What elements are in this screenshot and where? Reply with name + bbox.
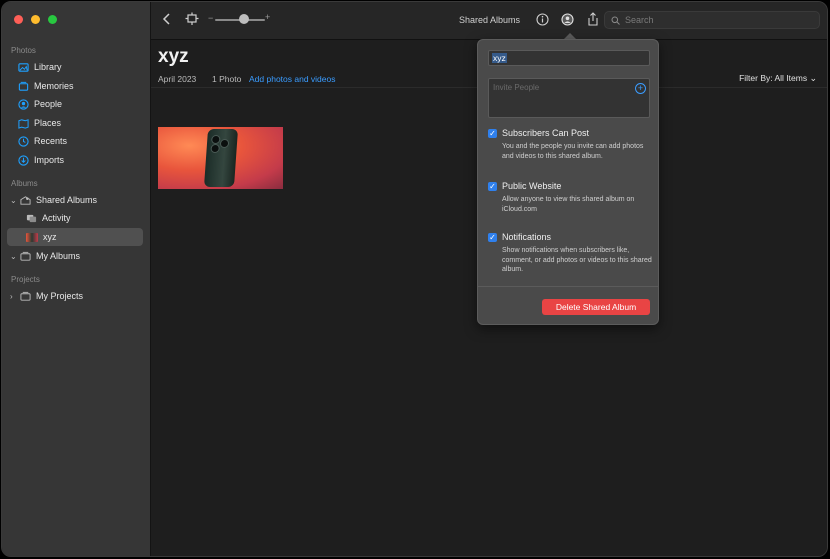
people-sharing-icon[interactable] — [561, 13, 574, 26]
map-icon — [18, 118, 29, 129]
option-title: Subscribers Can Post — [502, 128, 590, 138]
add-person-icon[interactable]: + — [635, 83, 646, 94]
sidebar-item-shared-albums[interactable]: ⌄ Shared Albums — [7, 191, 143, 209]
close-window-button[interactable] — [14, 15, 23, 24]
option-description: Allow anyone to view this shared album o… — [502, 196, 635, 213]
folder-icon — [20, 291, 31, 301]
zoom-out-label[interactable]: − — [208, 13, 213, 23]
toolbar: − + Shared Albums Search — [151, 2, 827, 40]
popover-divider — [478, 286, 658, 287]
invite-placeholder: Invite People — [493, 83, 540, 92]
clock-icon — [18, 135, 29, 147]
activity-icon — [26, 214, 37, 222]
camera-lens — [219, 139, 230, 148]
sidebar-item-imports[interactable]: Imports — [7, 151, 143, 169]
photos-window: Photos Library Memories People Places Re… — [1, 1, 828, 557]
sidebar-item-label: xyz — [43, 232, 57, 242]
option-title: Public Website — [502, 181, 562, 191]
zoom-in-label[interactable]: + — [265, 12, 270, 22]
chevron-down-icon[interactable]: ⌄ — [10, 252, 18, 261]
search-icon — [611, 16, 620, 25]
checkbox-notifications[interactable]: ✓ — [488, 233, 497, 242]
photo-thumbnail[interactable] — [158, 127, 283, 189]
sidebar-item-label: Recents — [34, 136, 68, 146]
chevron-down-icon: ⌄ — [809, 73, 817, 83]
memories-icon — [18, 81, 29, 91]
folder-icon — [20, 251, 31, 261]
search-placeholder: Search — [625, 15, 654, 25]
import-icon — [18, 154, 29, 166]
album-title: xyz — [158, 46, 189, 67]
album-name-value: xyz — [492, 53, 507, 63]
zoom-slider-knob[interactable] — [239, 14, 249, 24]
window-controls — [14, 15, 57, 24]
checkbox-subscribers-can-post[interactable]: ✓ — [488, 129, 497, 138]
shared-albums-label: Shared Albums — [459, 15, 521, 25]
sidebar-item-recents[interactable]: Recents — [7, 132, 143, 150]
invite-people-field[interactable]: Invite People + — [488, 78, 650, 118]
sidebar-item-places[interactable]: Places — [7, 114, 143, 132]
album-thumbnail-icon — [26, 232, 38, 242]
info-icon[interactable] — [536, 13, 549, 26]
camera-lens — [210, 144, 220, 153]
sidebar-item-label: Library — [34, 62, 62, 72]
chevron-down-icon[interactable]: ⌄ — [10, 196, 18, 205]
checkbox-public-website[interactable]: ✓ — [488, 182, 497, 191]
share-icon[interactable] — [587, 12, 599, 26]
sidebar-item-xyz[interactable]: xyz — [7, 228, 143, 246]
sidebar-item-my-projects[interactable]: › My Projects — [7, 287, 143, 305]
sidebar-item-library[interactable]: Library — [7, 58, 143, 76]
sidebar-item-memories[interactable]: Memories — [7, 77, 143, 95]
search-input[interactable]: Search — [604, 11, 820, 29]
sidebar-item-label: Places — [34, 118, 62, 128]
delete-shared-album-button[interactable]: Delete Shared Album — [542, 299, 650, 315]
sidebar-item-label: Memories — [34, 81, 74, 91]
shared-album-settings-popover: xyz Invite People + ✓ Subscribers Can Po… — [477, 39, 659, 325]
sidebar: Photos Library Memories People Places Re… — [2, 2, 151, 556]
option-title: Notifications — [502, 232, 552, 242]
sidebar-item-label: My Albums — [36, 251, 81, 261]
section-title-photos: Photos — [11, 46, 36, 55]
slideshow-icon[interactable] — [185, 12, 199, 26]
album-name-field[interactable]: xyz — [488, 50, 650, 66]
sidebar-item-my-albums[interactable]: ⌄ My Albums — [7, 247, 143, 265]
minimize-window-button[interactable] — [31, 15, 40, 24]
section-title-projects: Projects — [11, 275, 40, 284]
album-date: April 2023 — [158, 74, 197, 84]
section-title-albums: Albums — [11, 179, 38, 188]
chevron-right-icon[interactable]: › — [10, 292, 18, 301]
sidebar-item-label: People — [34, 99, 63, 109]
sidebar-item-label: Activity — [42, 213, 71, 223]
library-icon — [18, 62, 29, 72]
photo-count: 1 Photo — [212, 74, 242, 84]
add-photos-link[interactable]: Add photos and videos — [249, 74, 335, 84]
filter-label: Filter By: All Items — [739, 73, 808, 83]
sidebar-item-people[interactable]: People — [7, 95, 143, 113]
shared-albums-icon — [20, 195, 31, 205]
sidebar-item-label: My Projects — [36, 291, 84, 301]
option-description: Show notifications when subscribers like… — [502, 247, 652, 274]
option-description: You and the people you invite can add ph… — [502, 143, 644, 160]
phone-in-photo — [203, 129, 239, 187]
sidebar-item-label: Imports — [34, 155, 65, 165]
sidebar-item-activity[interactable]: Activity — [7, 209, 143, 227]
back-arrow-icon[interactable] — [162, 13, 172, 25]
filter-dropdown[interactable]: Filter By: All Items ⌄ — [739, 73, 817, 84]
zoom-window-button[interactable] — [48, 15, 57, 24]
sidebar-item-label: Shared Albums — [36, 195, 98, 205]
people-icon — [18, 98, 29, 110]
